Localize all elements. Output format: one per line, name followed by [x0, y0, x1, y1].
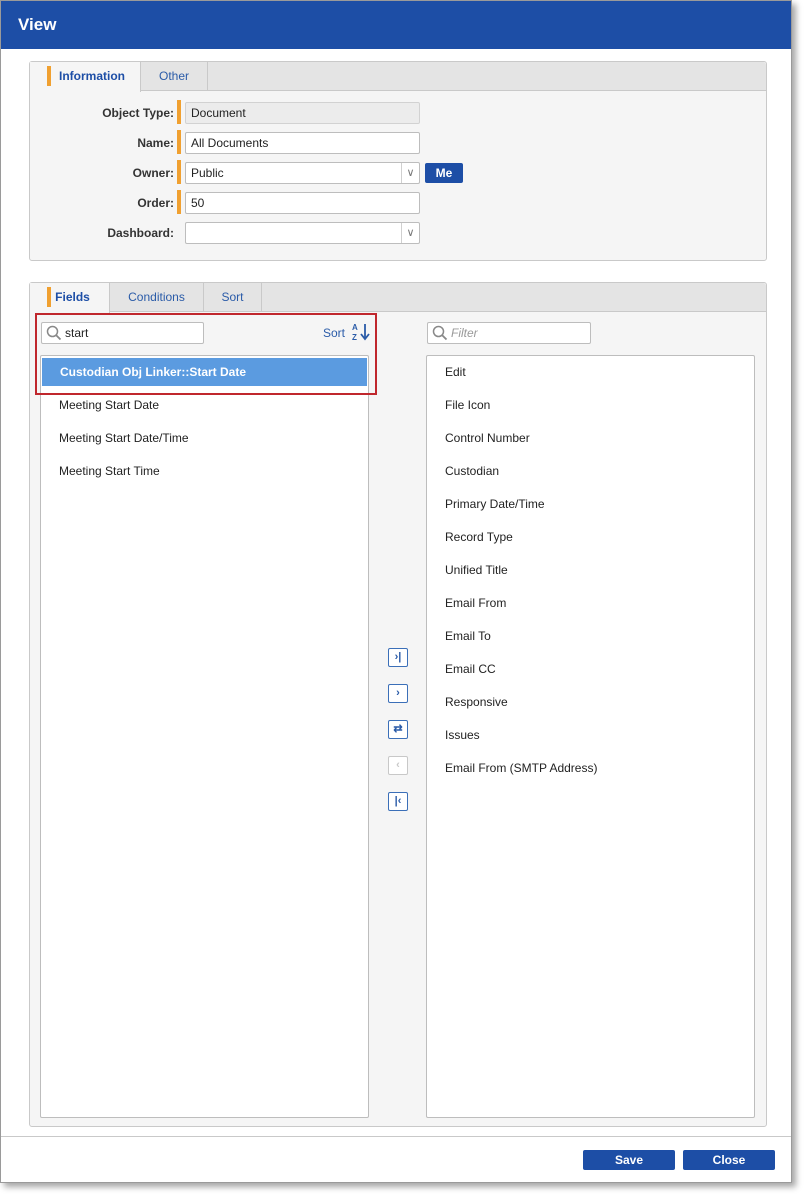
list-item-label: Unified Title	[445, 563, 508, 577]
name-field[interactable]: All Documents	[185, 132, 420, 154]
list-item[interactable]: Email From (SMTP Address)	[427, 754, 754, 782]
list-item[interactable]: File Icon	[427, 391, 754, 419]
tab-sort[interactable]: Sort	[204, 283, 262, 312]
list-item-label: Custodian	[445, 464, 500, 478]
list-item[interactable]: Control Number	[427, 424, 754, 452]
list-item[interactable]: Meeting Start Date	[41, 391, 368, 419]
dashboard-select[interactable]: ∨	[185, 222, 420, 244]
list-item[interactable]: Record Type	[427, 523, 754, 551]
list-item-label: Meeting Start Date/Time	[59, 431, 189, 445]
tab-information-label: Information	[59, 69, 125, 83]
information-panel: Information Other Object Type: Document …	[29, 61, 767, 261]
tab-conditions-label: Conditions	[128, 290, 185, 304]
order-label: Order:	[137, 196, 174, 210]
owner-value: Public	[191, 166, 224, 180]
dashboard-row: Dashboard:	[30, 222, 174, 244]
chevron-down-icon[interactable]: ∨	[401, 223, 419, 243]
view-dialog: View Information Other Object Type: Docu…	[0, 0, 792, 1183]
list-item-label: Email From	[445, 596, 507, 610]
list-item-label: File Icon	[445, 398, 491, 412]
order-value: 50	[191, 196, 205, 210]
move-left-icon: ‹	[396, 759, 400, 771]
list-item[interactable]: Unified Title	[427, 556, 754, 584]
list-item[interactable]: Meeting Start Time	[41, 457, 368, 485]
swap-icon: ⇄	[393, 723, 403, 735]
name-value: All Documents	[191, 136, 269, 150]
tab-fields[interactable]: Fields	[30, 283, 110, 313]
dashboard-label: Dashboard:	[107, 226, 174, 240]
list-item[interactable]: Meeting Start Date/Time	[41, 424, 368, 452]
fields-tab-bar: Fields Conditions Sort	[30, 283, 766, 313]
search-icon	[432, 325, 448, 344]
owner-label: Owner:	[132, 166, 174, 180]
required-indicator	[177, 160, 181, 184]
swap-button[interactable]: ⇄	[388, 720, 408, 739]
object-type-row: Object Type:	[30, 102, 174, 124]
title-bar: View	[1, 1, 791, 49]
move-all-right-button[interactable]: ›|	[388, 648, 408, 667]
name-label: Name:	[137, 136, 174, 150]
tab-other[interactable]: Other	[141, 62, 208, 91]
chevron-down-icon[interactable]: ∨	[401, 163, 419, 183]
list-item[interactable]: Email From	[427, 589, 754, 617]
save-button[interactable]: Save	[583, 1150, 675, 1170]
owner-select[interactable]: Public ∨	[185, 162, 420, 184]
available-fields-list[interactable]: Custodian Obj Linker::Start Date Meeting…	[40, 355, 369, 1118]
tab-conditions[interactable]: Conditions	[110, 283, 204, 312]
object-type-field: Document	[185, 102, 420, 124]
required-indicator	[177, 190, 181, 214]
list-item-label: Email CC	[445, 662, 496, 676]
tab-information[interactable]: Information	[30, 62, 141, 92]
move-all-left-button[interactable]: |‹	[388, 792, 408, 811]
move-all-right-icon: ›|	[394, 651, 402, 663]
filter-placeholder: Filter	[451, 326, 478, 340]
list-item-label: Meeting Start Time	[59, 464, 160, 478]
move-left-button[interactable]: ‹	[388, 756, 408, 775]
list-item-label: Record Type	[445, 530, 513, 544]
list-item[interactable]: Edit	[427, 358, 754, 386]
tab-fields-label: Fields	[55, 290, 90, 304]
close-button[interactable]: Close	[683, 1150, 775, 1170]
list-item[interactable]: Email CC	[427, 655, 754, 683]
list-item-label: Control Number	[445, 431, 530, 445]
list-item[interactable]: Responsive	[427, 688, 754, 716]
name-row: Name:	[30, 132, 174, 154]
required-indicator	[177, 100, 181, 124]
selected-filter-input[interactable]: Filter	[427, 322, 591, 344]
list-item[interactable]: Email To	[427, 622, 754, 650]
selected-fields-list[interactable]: Edit File Icon Control Number Custodian …	[426, 355, 755, 1118]
list-item[interactable]: Primary Date/Time	[427, 490, 754, 518]
owner-row: Owner:	[30, 162, 174, 184]
object-type-value: Document	[191, 106, 246, 120]
list-item[interactable]: Issues	[427, 721, 754, 749]
dialog-title: View	[18, 15, 57, 34]
move-right-icon: ›	[396, 687, 400, 699]
order-field[interactable]: 50	[185, 192, 420, 214]
list-item-label: Meeting Start Date	[59, 398, 160, 412]
required-indicator	[177, 130, 181, 154]
order-row: Order:	[30, 192, 174, 214]
list-item-label: Email From (SMTP Address)	[445, 761, 598, 775]
move-all-left-icon: |‹	[394, 795, 402, 807]
info-tab-bar: Information Other	[30, 62, 766, 92]
object-type-label: Object Type:	[102, 106, 174, 120]
list-item-label: Primary Date/Time	[445, 497, 545, 511]
move-right-button[interactable]: ›	[388, 684, 408, 703]
me-button[interactable]: Me	[425, 163, 463, 183]
highlight-callout	[35, 313, 377, 395]
fields-panel: Fields Conditions Sort start Sort A Z Cu…	[29, 282, 767, 1127]
tab-sort-label: Sort	[221, 290, 244, 304]
list-item-label: Edit	[445, 365, 466, 379]
list-item-label: Issues	[445, 728, 480, 742]
tab-other-label: Other	[158, 69, 189, 83]
list-item-label: Email To	[445, 629, 491, 643]
footer-divider	[1, 1136, 791, 1137]
list-item[interactable]: Custodian	[427, 457, 754, 485]
list-item-label: Responsive	[445, 695, 508, 709]
